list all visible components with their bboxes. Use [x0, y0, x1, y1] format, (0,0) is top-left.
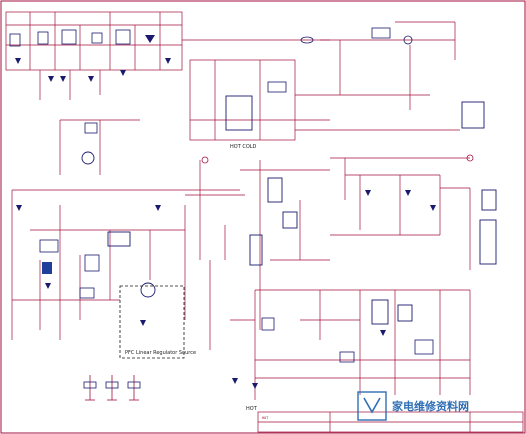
title-block [257, 411, 524, 433]
output-block [230, 289, 471, 400]
watermark-logo [357, 391, 387, 421]
linear-regulator-box [119, 285, 185, 359]
flyback-components [201, 154, 497, 266]
flyback-block [185, 157, 471, 330]
hot-cold-label: HOT COLD [230, 144, 257, 150]
pfc-ic [81, 27, 485, 165]
watermark-text: 家电维修资料网 [392, 399, 469, 413]
standby-components [16, 205, 161, 326]
title-block-text: HOT [262, 416, 269, 420]
ground-symbols [83, 375, 141, 401]
schematic-sheet: HOT COLD PFC Linear Regulator Source HOT… [0, 0, 526, 434]
pfc-block [59, 40, 460, 175]
output-components [232, 299, 434, 389]
linear-regulator-label: PFC Linear Regulator Source [125, 350, 196, 356]
sheet-border [0, 0, 526, 434]
ac-input-block [5, 11, 456, 100]
hot-bottom-label: HOT [246, 406, 258, 412]
ac-block-components [9, 29, 171, 82]
